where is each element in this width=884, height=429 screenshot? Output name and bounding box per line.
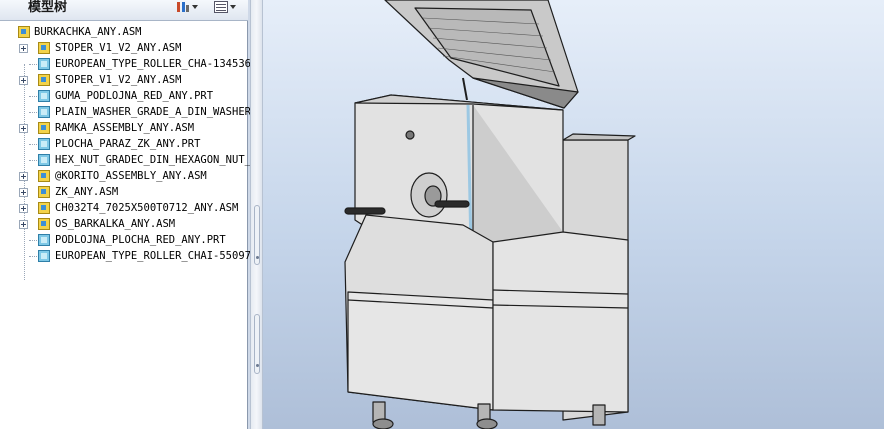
part-icon	[38, 250, 50, 262]
expand-icon[interactable]	[19, 172, 28, 181]
left-handle	[344, 207, 386, 215]
expand-icon[interactable]	[19, 188, 28, 197]
tree-node-label: PLOCHA_PARAZ_ZK_ANY.PRT	[55, 138, 201, 150]
tree-node-label: ZK_ANY.ASM	[55, 186, 119, 198]
wheel	[476, 418, 498, 429]
tree-connector	[29, 112, 37, 113]
tree-node-label: PLAIN_WASHER_GRADE_A_DIN_WASHER.	[55, 106, 258, 118]
tree-connector	[29, 256, 37, 257]
tree-node[interactable]: GUMA_PODLOJNA_RED_ANY.PRT	[0, 88, 248, 104]
part-icon	[38, 234, 50, 246]
tree-node[interactable]: STOPER_V1_V2_ANY.ASM	[0, 72, 248, 88]
right-box-top	[562, 133, 636, 141]
chevron-down-icon	[192, 5, 198, 9]
panel-title: 模型树	[28, 0, 68, 15]
lid-hinge	[462, 77, 468, 101]
tree-settings-icon	[177, 2, 189, 12]
tree-node-label: STOPER_V1_V2_ANY.ASM	[55, 42, 182, 54]
tree-node-label: OS_BARKALKA_ANY.ASM	[55, 218, 176, 230]
tree-node[interactable]: ZK_ANY.ASM	[0, 184, 248, 200]
tree-node[interactable]: RAMKA_ASSEMBLY_ANY.ASM	[0, 120, 248, 136]
tree-node[interactable]: EUROPEAN_TYPE_ROLLER_CHA-134536.	[0, 56, 257, 72]
tree-node[interactable]: HEX_NUT_GRADEC_DIN_HEXAGON_NUT_.	[0, 152, 257, 168]
tree-node[interactable]: PLAIN_WASHER_GRADE_A_DIN_WASHER.	[0, 104, 257, 120]
frame-left-panel	[347, 291, 494, 411]
graphics-viewport[interactable]	[263, 0, 884, 429]
assembly-icon	[38, 74, 50, 86]
splitter-dot	[256, 256, 259, 259]
tree-node[interactable]: STOPER_V1_V2_ANY.ASM	[0, 40, 248, 56]
tree-connector	[29, 144, 37, 145]
tree-connector	[29, 240, 37, 241]
expand-icon[interactable]	[19, 204, 28, 213]
tree-node[interactable]: PLOCHA_PARAZ_ZK_ANY.PRT	[0, 136, 248, 152]
wheel	[372, 418, 394, 429]
expand-icon[interactable]	[19, 76, 28, 85]
model-tree-header: 模型树	[0, 0, 248, 21]
assembly-icon	[38, 218, 50, 230]
tree-connector	[29, 160, 37, 161]
tree-node[interactable]: CH032T4_7025X500T0712_ANY.ASM	[0, 200, 248, 216]
assembly-icon	[38, 202, 50, 214]
tree-node-label: @KORITO_ASSEMBLY_ANY.ASM	[55, 170, 207, 182]
bolt	[405, 130, 415, 140]
tree-node[interactable]: OS_BARKALKA_ANY.ASM	[0, 216, 248, 232]
mixer-model-3d	[344, 0, 636, 429]
tree-node-label: EUROPEAN_TYPE_ROLLER_CHA-134536.	[55, 58, 258, 70]
part-icon	[38, 90, 50, 102]
assembly-icon	[38, 42, 50, 54]
tree-node-label: PODLOJNA_PLOCHA_RED_ANY.PRT	[55, 234, 226, 246]
tree-node-label: STOPER_V1_V2_ANY.ASM	[55, 74, 182, 86]
right-handle	[434, 200, 470, 208]
tree-connector	[29, 96, 37, 97]
model-tree-panel: 模型树 BURKACHKA_ANY.ASM STOPER_V1_V2_ANY.A…	[0, 0, 257, 429]
tree-node-label: EUROPEAN_TYPE_ROLLER_CHAI-55097.	[55, 250, 258, 262]
assembly-icon	[38, 170, 50, 182]
tree-node-label: CH032T4_7025X500T0712_ANY.ASM	[55, 202, 239, 214]
tree-connector	[29, 64, 37, 65]
part-icon	[38, 138, 50, 150]
assembly-icon	[38, 122, 50, 134]
expand-icon[interactable]	[19, 124, 28, 133]
tree-node-label: BURKACHKA_ANY.ASM	[34, 26, 142, 38]
panel-splitter[interactable]	[250, 0, 263, 429]
show-columns-icon	[214, 1, 228, 13]
part-icon	[38, 106, 50, 118]
tree-node-label: RAMKA_ASSEMBLY_ANY.ASM	[55, 122, 195, 134]
frame-right	[492, 231, 629, 413]
chevron-down-icon	[230, 5, 236, 9]
tree-node[interactable]: PODLOJNA_PLOCHA_RED_ANY.PRT	[0, 232, 248, 248]
tree-node[interactable]: EUROPEAN_TYPE_ROLLER_CHAI-55097.	[0, 248, 257, 264]
tree-node[interactable]: @KORITO_ASSEMBLY_ANY.ASM	[0, 168, 248, 184]
expand-icon[interactable]	[19, 220, 28, 229]
tree-settings-button[interactable]	[176, 0, 198, 14]
assembly-icon	[38, 186, 50, 198]
tree-node-label: GUMA_PODLOJNA_RED_ANY.PRT	[55, 90, 214, 102]
tree-node-label: HEX_NUT_GRADEC_DIN_HEXAGON_NUT_.	[55, 154, 258, 166]
assembly-icon	[18, 26, 30, 38]
part-icon	[38, 58, 50, 70]
tree-root-node[interactable]: BURKACHKA_ANY.ASM	[0, 24, 248, 40]
show-columns-button[interactable]	[214, 0, 236, 14]
splitter-dot	[256, 364, 259, 367]
foot	[592, 404, 606, 426]
expand-icon[interactable]	[19, 44, 28, 53]
part-icon	[38, 154, 50, 166]
